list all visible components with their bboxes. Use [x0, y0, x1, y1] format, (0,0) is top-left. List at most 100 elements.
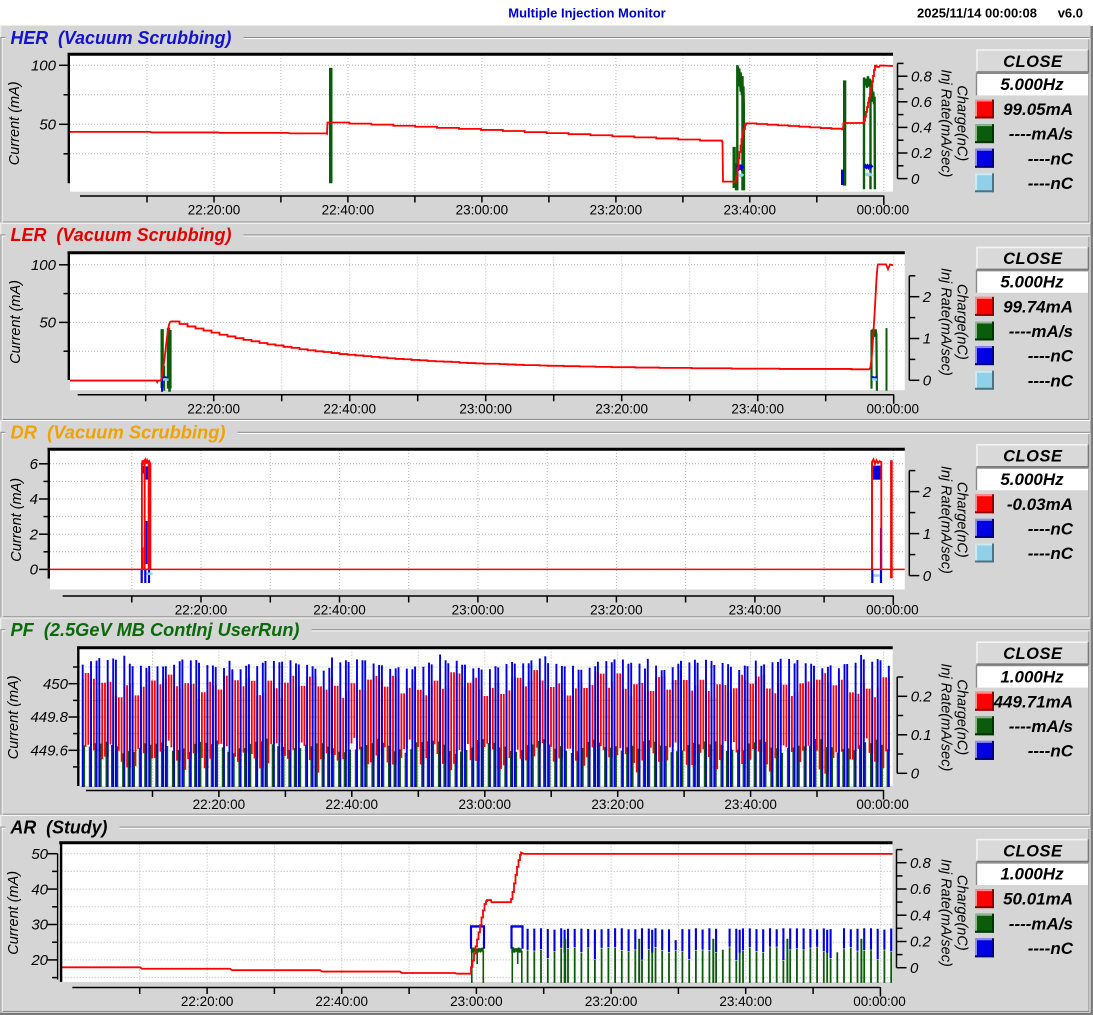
- svg-text:449.8: 449.8: [30, 709, 68, 726]
- svg-text:449.6: 449.6: [30, 743, 68, 760]
- svg-text:0.6: 0.6: [911, 94, 933, 111]
- svg-text:1: 1: [923, 526, 931, 543]
- svg-text:99.05mA: 99.05mA: [1003, 100, 1073, 119]
- svg-text:0: 0: [911, 766, 920, 783]
- svg-text:23:20:00: 23:20:00: [585, 994, 638, 1009]
- svg-text:----nC: ----nC: [1028, 544, 1074, 563]
- svg-text:0.2: 0.2: [910, 934, 932, 951]
- svg-text:PF (2.5GeV MB ContInj UserRun: PF (2.5GeV MB ContInj UserRun): [11, 620, 300, 640]
- svg-text:0.4: 0.4: [911, 120, 932, 137]
- svg-text:Inj Rate(mA/sec): Inj Rate(mA/sec): [938, 69, 954, 177]
- svg-text:22:40:00: 22:40:00: [313, 603, 366, 618]
- svg-text:Current (mA): Current (mA): [6, 871, 22, 955]
- svg-text:23:40:00: 23:40:00: [731, 401, 784, 416]
- svg-text:00:00:00: 00:00:00: [867, 401, 920, 416]
- svg-text:----nC: ----nC: [1028, 371, 1074, 390]
- svg-text:Current (mA): Current (mA): [8, 280, 24, 364]
- svg-text:1.000Hz: 1.000Hz: [1000, 865, 1064, 884]
- svg-text:4: 4: [30, 491, 38, 508]
- svg-text:DR (Vacuum Scrubbing): DR (Vacuum Scrubbing): [11, 423, 226, 443]
- svg-text:100: 100: [31, 257, 57, 274]
- svg-text:23:20:00: 23:20:00: [590, 203, 643, 218]
- svg-text:00:00:00: 00:00:00: [856, 797, 909, 812]
- svg-text:Charge(nC): Charge(nC): [954, 679, 970, 755]
- svg-text:AR (Study): AR (Study): [10, 817, 108, 837]
- svg-text:0: 0: [923, 568, 932, 585]
- svg-text:100: 100: [31, 58, 57, 75]
- svg-text:0.4: 0.4: [910, 907, 931, 924]
- svg-text:v6.0: v6.0: [1058, 6, 1083, 21]
- svg-text:Inj Rate(mA/sec): Inj Rate(mA/sec): [938, 268, 954, 376]
- svg-text:0.6: 0.6: [910, 881, 932, 898]
- svg-text:2: 2: [922, 289, 932, 306]
- svg-text:Multiple Injection Monitor: Multiple Injection Monitor: [508, 6, 665, 21]
- svg-text:0: 0: [923, 373, 932, 390]
- svg-text:2025/11/14 00:00:08: 2025/11/14 00:00:08: [917, 6, 1037, 21]
- svg-text:50: 50: [39, 315, 56, 332]
- svg-text:----nC: ----nC: [1028, 149, 1074, 168]
- svg-text:23:20:00: 23:20:00: [590, 603, 643, 618]
- svg-text:Current (mA): Current (mA): [6, 675, 22, 759]
- svg-text:99.74mA: 99.74mA: [1003, 298, 1073, 317]
- svg-text:0.2: 0.2: [911, 689, 933, 706]
- svg-text:----nC: ----nC: [1028, 174, 1074, 193]
- svg-text:Inj Rate(mA/sec): Inj Rate(mA/sec): [938, 859, 954, 967]
- svg-text:22:40:00: 22:40:00: [323, 401, 376, 416]
- svg-text:22:40:00: 22:40:00: [315, 994, 368, 1009]
- svg-text:Charge(nC): Charge(nC): [954, 85, 970, 161]
- svg-text:----mA/s: ----mA/s: [1009, 322, 1073, 341]
- svg-text:22:20:00: 22:20:00: [188, 203, 241, 218]
- svg-text:Charge(nC): Charge(nC): [954, 875, 970, 951]
- svg-text:22:40:00: 22:40:00: [322, 203, 375, 218]
- svg-text:23:00:00: 23:00:00: [456, 203, 509, 218]
- svg-text:30: 30: [31, 917, 48, 934]
- svg-text:23:00:00: 23:00:00: [452, 603, 505, 618]
- svg-text:CLOSE: CLOSE: [1003, 53, 1063, 71]
- svg-text:00:00:00: 00:00:00: [857, 203, 910, 218]
- svg-text:2: 2: [29, 526, 39, 543]
- svg-text:50: 50: [31, 846, 48, 863]
- svg-text:23:00:00: 23:00:00: [450, 994, 503, 1009]
- svg-text:0.2: 0.2: [911, 145, 933, 162]
- svg-text:Inj Rate(mA/sec): Inj Rate(mA/sec): [938, 663, 954, 771]
- svg-text:1.000Hz: 1.000Hz: [1000, 667, 1064, 686]
- svg-text:50.01mA: 50.01mA: [1003, 890, 1073, 909]
- svg-text:----nC: ----nC: [1028, 939, 1074, 958]
- svg-text:Charge(nC): Charge(nC): [954, 482, 970, 558]
- svg-text:0.1: 0.1: [911, 727, 932, 744]
- svg-text:Current (mA): Current (mA): [9, 478, 25, 562]
- svg-text:00:00:00: 00:00:00: [853, 994, 906, 1009]
- svg-text:23:20:00: 23:20:00: [591, 797, 644, 812]
- svg-text:CLOSE: CLOSE: [1003, 250, 1063, 268]
- svg-text:449.71mA: 449.71mA: [993, 692, 1073, 711]
- svg-text:0: 0: [910, 960, 919, 977]
- svg-text:0.8: 0.8: [911, 68, 933, 85]
- svg-text:23:00:00: 23:00:00: [459, 797, 512, 812]
- svg-text:0.8: 0.8: [910, 855, 932, 872]
- svg-text:0: 0: [911, 171, 920, 188]
- svg-text:40: 40: [31, 881, 48, 898]
- svg-text:22:20:00: 22:20:00: [175, 603, 228, 618]
- svg-text:2: 2: [922, 484, 932, 501]
- svg-text:LER (Vacuum Scrubbing): LER (Vacuum Scrubbing): [11, 225, 232, 245]
- svg-text:23:40:00: 23:40:00: [719, 994, 772, 1009]
- svg-text:23:20:00: 23:20:00: [595, 401, 648, 416]
- svg-text:6: 6: [30, 456, 39, 473]
- svg-text:----nC: ----nC: [1028, 742, 1074, 761]
- svg-text:0: 0: [30, 562, 39, 579]
- svg-text:Current (mA): Current (mA): [7, 81, 23, 165]
- svg-text:23:00:00: 23:00:00: [459, 401, 512, 416]
- svg-text:23:40:00: 23:40:00: [724, 203, 777, 218]
- svg-text:450: 450: [43, 676, 69, 693]
- svg-text:----mA/s: ----mA/s: [1009, 125, 1073, 144]
- svg-text:CLOSE: CLOSE: [1003, 448, 1063, 466]
- svg-text:----mA/s: ----mA/s: [1009, 717, 1073, 736]
- svg-text:50: 50: [39, 117, 56, 134]
- svg-text:----mA/s: ----mA/s: [1009, 914, 1073, 933]
- svg-text:23:40:00: 23:40:00: [724, 797, 777, 812]
- svg-text:20: 20: [30, 952, 48, 969]
- svg-text:22:20:00: 22:20:00: [187, 401, 240, 416]
- svg-text:5.000Hz: 5.000Hz: [1000, 75, 1064, 94]
- svg-text:CLOSE: CLOSE: [1003, 842, 1063, 860]
- svg-text:22:20:00: 22:20:00: [181, 994, 234, 1009]
